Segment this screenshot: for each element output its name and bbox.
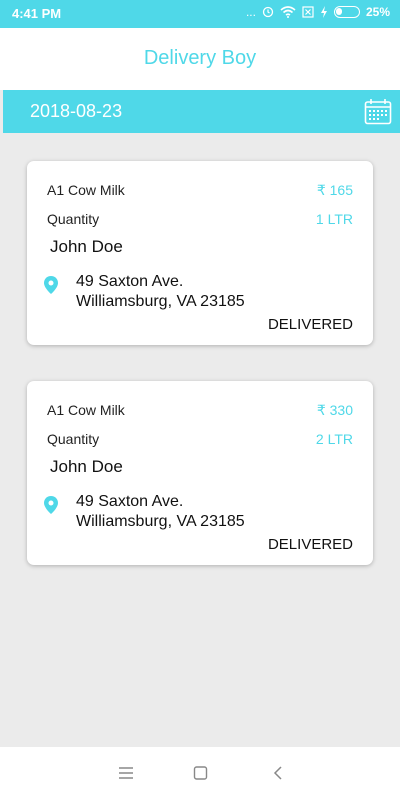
order-card[interactable]: A1 Cow Milk ₹ 165 Quantity 1 LTR John Do…: [27, 161, 373, 345]
date-bar: 2018-08-23: [3, 90, 400, 133]
system-nav-bar: [0, 747, 400, 800]
menu-icon[interactable]: [117, 765, 135, 781]
page-title: Delivery Boy: [143, 47, 257, 69]
product-price: ₹ 330: [316, 402, 353, 418]
battery-icon: [333, 6, 360, 18]
product-name: A1 Cow Milk: [47, 182, 125, 198]
no-sim-icon: [302, 6, 314, 18]
back-icon[interactable]: [270, 765, 288, 781]
address-line-1: 49 Saxton Ave.: [76, 273, 184, 290]
order-card[interactable]: A1 Cow Milk ₹ 330 Quantity 2 LTR John Do…: [27, 381, 373, 565]
address-line-2: Williamsburg, VA 23185: [76, 293, 245, 310]
quantity-value: 2 LTR: [315, 431, 353, 447]
delivery-address: 49 Saxton Ave. Williamsburg, VA 23185: [76, 492, 245, 532]
quantity-value: 1 LTR: [315, 211, 353, 227]
product-price: ₹ 165: [316, 182, 353, 198]
customer-name: John Doe: [50, 457, 123, 476]
app-header: Delivery Boy: [0, 28, 400, 90]
status-time: 4:41 PM: [12, 6, 62, 21]
location-pin-icon: [44, 496, 58, 514]
product-row: A1 Cow Milk ₹ 330: [47, 402, 353, 422]
quantity-label: Quantity: [47, 211, 100, 227]
more-dots-icon: ...: [245, 5, 256, 19]
quantity-row: Quantity 2 LTR: [47, 431, 353, 451]
wifi-icon: [280, 6, 296, 18]
address-line-2: Williamsburg, VA 23185: [76, 513, 245, 530]
status-icons: ... 25%: [246, 5, 390, 19]
delivery-status: DELIVERED: [267, 316, 353, 333]
delivery-address: 49 Saxton Ave. Williamsburg, VA 23185: [76, 272, 245, 312]
customer-name: John Doe: [50, 237, 123, 256]
quantity-label: Quantity: [47, 431, 100, 447]
product-row: A1 Cow Milk ₹ 165: [47, 182, 353, 202]
battery-level: 25%: [365, 5, 390, 19]
product-name: A1 Cow Milk: [47, 402, 125, 418]
location-pin-icon: [44, 276, 58, 294]
address-line-1: 49 Saxton Ave.: [76, 493, 184, 510]
quantity-row: Quantity 1 LTR: [47, 211, 353, 231]
charging-icon: [320, 6, 328, 18]
home-icon[interactable]: [192, 765, 210, 781]
status-bar: 4:41 PM ... 25%: [0, 0, 400, 28]
delivery-status: DELIVERED: [267, 536, 353, 553]
selected-date: 2018-08-23: [30, 101, 123, 121]
calendar-icon[interactable]: [364, 98, 392, 125]
alarm-icon: [262, 6, 274, 18]
